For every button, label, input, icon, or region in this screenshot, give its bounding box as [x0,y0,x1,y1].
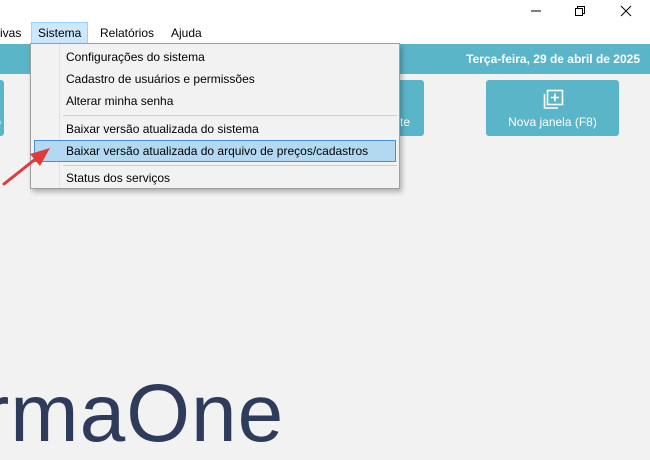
menu-ajuda[interactable]: Ajuda [165,22,208,44]
minimize-icon [531,10,541,12]
tile-left[interactable]: o [0,80,4,136]
new-window-label: Nova janela (F8) [508,115,597,129]
date-label: Terça-feira, 29 de abril de 2025 [466,52,640,66]
menu-separator [63,115,397,116]
new-window-tile[interactable]: Nova janela (F8) [486,80,619,136]
menu-item-baixar-precos[interactable]: Baixar versão atualizada do arquivo de p… [34,140,396,162]
menu-item-status-servicos[interactable]: Status dos serviços [34,167,396,189]
menu-item-alterar-senha[interactable]: Alterar minha senha [34,90,396,112]
annotation-arrow-icon [2,148,50,186]
title-bar [0,0,650,22]
close-button[interactable] [603,0,649,22]
new-window-icon [543,89,564,109]
menu-bar: ivas Sistema Relatórios Ajuda [0,22,650,44]
brand-logo-text: rmaOne [0,368,285,459]
menu-item-configuracoes[interactable]: Configurações do sistema [34,46,396,68]
menu-relatorios[interactable]: Relatórios [94,22,160,44]
menu-separator [63,165,397,166]
maximize-button[interactable] [557,0,603,22]
menu-sistema[interactable]: Sistema [31,22,89,44]
restore-icon [575,6,585,16]
close-icon [620,5,632,17]
tile-middle-label: te [399,115,410,129]
sistema-dropdown-menu: Configurações do sistema Cadastro de usu… [30,43,400,189]
tile-left-label: o [0,115,1,129]
minimize-button[interactable] [513,0,559,22]
menu-item-baixar-sistema[interactable]: Baixar versão atualizada do sistema [34,118,396,140]
menu-ivas[interactable]: ivas [0,22,27,44]
menu-item-cadastro-usuarios[interactable]: Cadastro de usuários e permissões [34,68,396,90]
